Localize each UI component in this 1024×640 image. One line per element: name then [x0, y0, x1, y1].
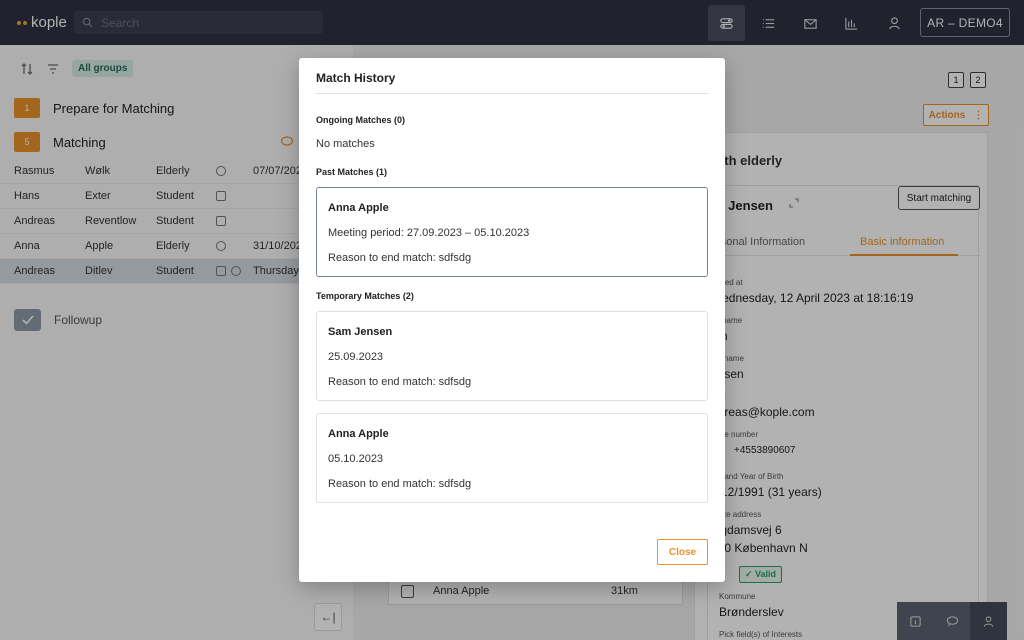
- modal-title: Match History: [316, 71, 396, 85]
- end-reason: Reason to end match: sdfsdg: [328, 252, 472, 264]
- ongoing-matches-heading: Ongoing Matches (0): [316, 115, 406, 125]
- match-history-modal: Match History Ongoing Matches (0) No mat…: [299, 58, 725, 582]
- meeting-period: Meeting period: 27.09.2023 – 05.10.2023: [328, 227, 530, 239]
- temporary-match-card: Anna Apple 05.10.2023 Reason to end matc…: [316, 413, 708, 503]
- past-matches-heading: Past Matches (1): [316, 167, 388, 177]
- ongoing-empty-text: No matches: [316, 138, 375, 150]
- match-person-name: Anna Apple: [328, 428, 389, 440]
- end-reason: Reason to end match: sdfsdg: [328, 376, 472, 388]
- match-date: 05.10.2023: [328, 453, 384, 465]
- close-button[interactable]: Close: [657, 539, 708, 565]
- temporary-matches-heading: Temporary Matches (2): [316, 291, 414, 301]
- match-date: 25.09.2023: [328, 351, 384, 363]
- match-person-name: Sam Jensen: [328, 326, 393, 338]
- divider: [316, 93, 708, 94]
- temporary-match-card: Sam Jensen 25.09.2023 Reason to end matc…: [316, 311, 708, 401]
- past-match-card: Anna Apple Meeting period: 27.09.2023 – …: [316, 187, 708, 277]
- end-reason: Reason to end match: sdfsdg: [328, 478, 472, 490]
- match-person-name: Anna Apple: [328, 202, 389, 214]
